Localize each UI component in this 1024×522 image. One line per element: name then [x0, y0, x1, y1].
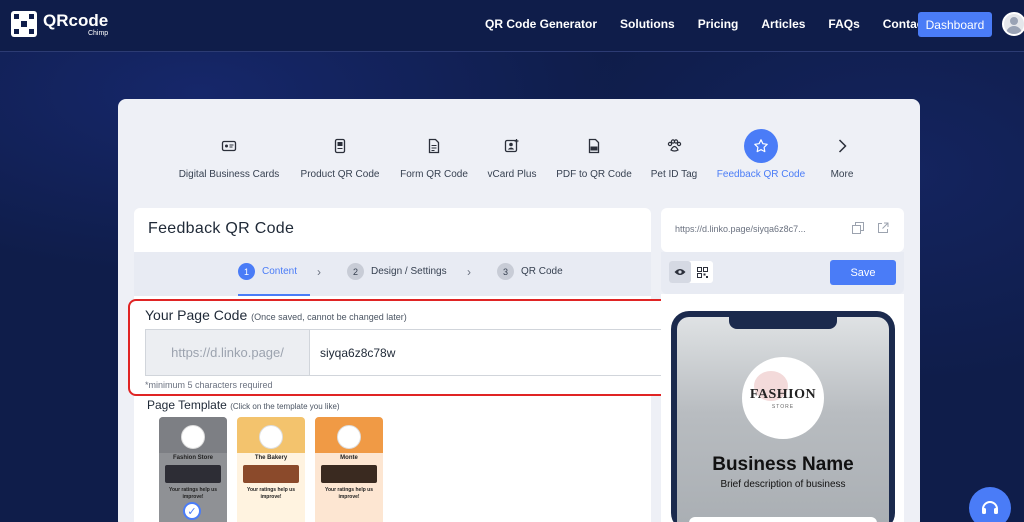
steps-bar: 1 Content › 2 Design / Settings › 3 QR C… [134, 252, 651, 296]
chevron-right-icon: › [467, 265, 471, 279]
brand-name: QRcode [43, 10, 109, 30]
external-link-icon[interactable] [877, 222, 889, 234]
category-feedback-qr-code[interactable]: Feedback QR Code [715, 129, 807, 180]
nav-articles[interactable]: Articles [761, 17, 805, 31]
nav-solutions[interactable]: Solutions [620, 17, 675, 31]
preview-action-bar: Save [661, 252, 904, 294]
qr-logo-icon [11, 11, 37, 37]
url-prefix: https://d.linko.page/ [145, 329, 310, 376]
step-qr-code[interactable]: 3 QR Code [497, 263, 563, 280]
min-characters-note: *minimum 5 characters required [145, 380, 273, 390]
preview-url[interactable]: https://d.linko.page/siyqa6z8c7... [675, 224, 806, 234]
category-pdf-to-qr-code[interactable]: PDF to QR Code [555, 129, 633, 180]
page-template-label: Page Template (Click on the template you… [147, 398, 340, 412]
nav-pricing[interactable]: Pricing [698, 17, 739, 31]
business-card-icon [212, 129, 246, 163]
chevron-right-icon [825, 129, 859, 163]
help-chat-button[interactable] [969, 487, 1011, 522]
page-code-section: Your Page Code (Once saved, cannot be ch… [128, 299, 730, 396]
copy-icon[interactable] [852, 222, 864, 234]
phone-preview: FASHION STORE Business Name Brief descri… [671, 311, 895, 522]
eye-icon[interactable] [669, 261, 691, 283]
selected-check-icon: ✓ [183, 502, 201, 520]
preview-url-card: https://d.linko.page/siyqa6z8c7... [661, 208, 904, 252]
star-icon [744, 129, 778, 163]
template-the-bakery[interactable]: The Bakery Your ratings help us improve! [237, 417, 305, 522]
page-code-label: Your Page Code (Once saved, cannot be ch… [145, 307, 407, 323]
dashboard-button[interactable]: Dashboard [918, 12, 992, 37]
step-content[interactable]: 1 Content [238, 263, 297, 280]
nav-links: QR Code Generator Solutions Pricing Arti… [485, 17, 969, 31]
step-design-settings[interactable]: 2 Design / Settings [347, 263, 447, 280]
active-step-indicator [238, 294, 310, 296]
headset-icon [982, 501, 998, 514]
page-title: Feedback QR Code [148, 220, 295, 237]
pdf-icon [577, 129, 611, 163]
logo[interactable]: QRcode Chimp [11, 11, 108, 37]
save-button[interactable]: Save [830, 260, 896, 285]
business-description: Brief description of business [720, 479, 846, 490]
brand-logo: FASHION STORE [742, 357, 824, 439]
top-nav: QRcode Chimp QR Code Generator Solutions… [0, 0, 1024, 52]
qr-icon[interactable] [691, 261, 713, 283]
nav-faqs[interactable]: FAQs [828, 17, 859, 31]
category-more[interactable]: More [824, 129, 860, 180]
form-icon [417, 129, 451, 163]
category-product-qr-code[interactable]: Product QR Code [299, 129, 381, 180]
nav-qr-code-generator[interactable]: QR Code Generator [485, 17, 597, 31]
template-monte[interactable]: Monte Your ratings help us improve! [315, 417, 383, 522]
chevron-right-icon: › [317, 265, 321, 279]
category-digital-business-cards[interactable]: Digital Business Cards [178, 129, 280, 180]
avatar[interactable] [1002, 12, 1024, 36]
vcard-icon [495, 129, 529, 163]
product-icon [323, 129, 357, 163]
paw-icon [657, 129, 691, 163]
category-vcard-plus[interactable]: vCard Plus [486, 129, 538, 180]
category-bar: Digital Business Cards Product QR Code F… [118, 129, 920, 189]
category-form-qr-code[interactable]: Form QR Code [400, 129, 468, 180]
preview-toggle [669, 261, 713, 283]
business-name: Business Name [712, 454, 854, 475]
category-pet-id-tag[interactable]: Pet ID Tag [648, 129, 700, 180]
brand-sub: Chimp [87, 29, 109, 37]
